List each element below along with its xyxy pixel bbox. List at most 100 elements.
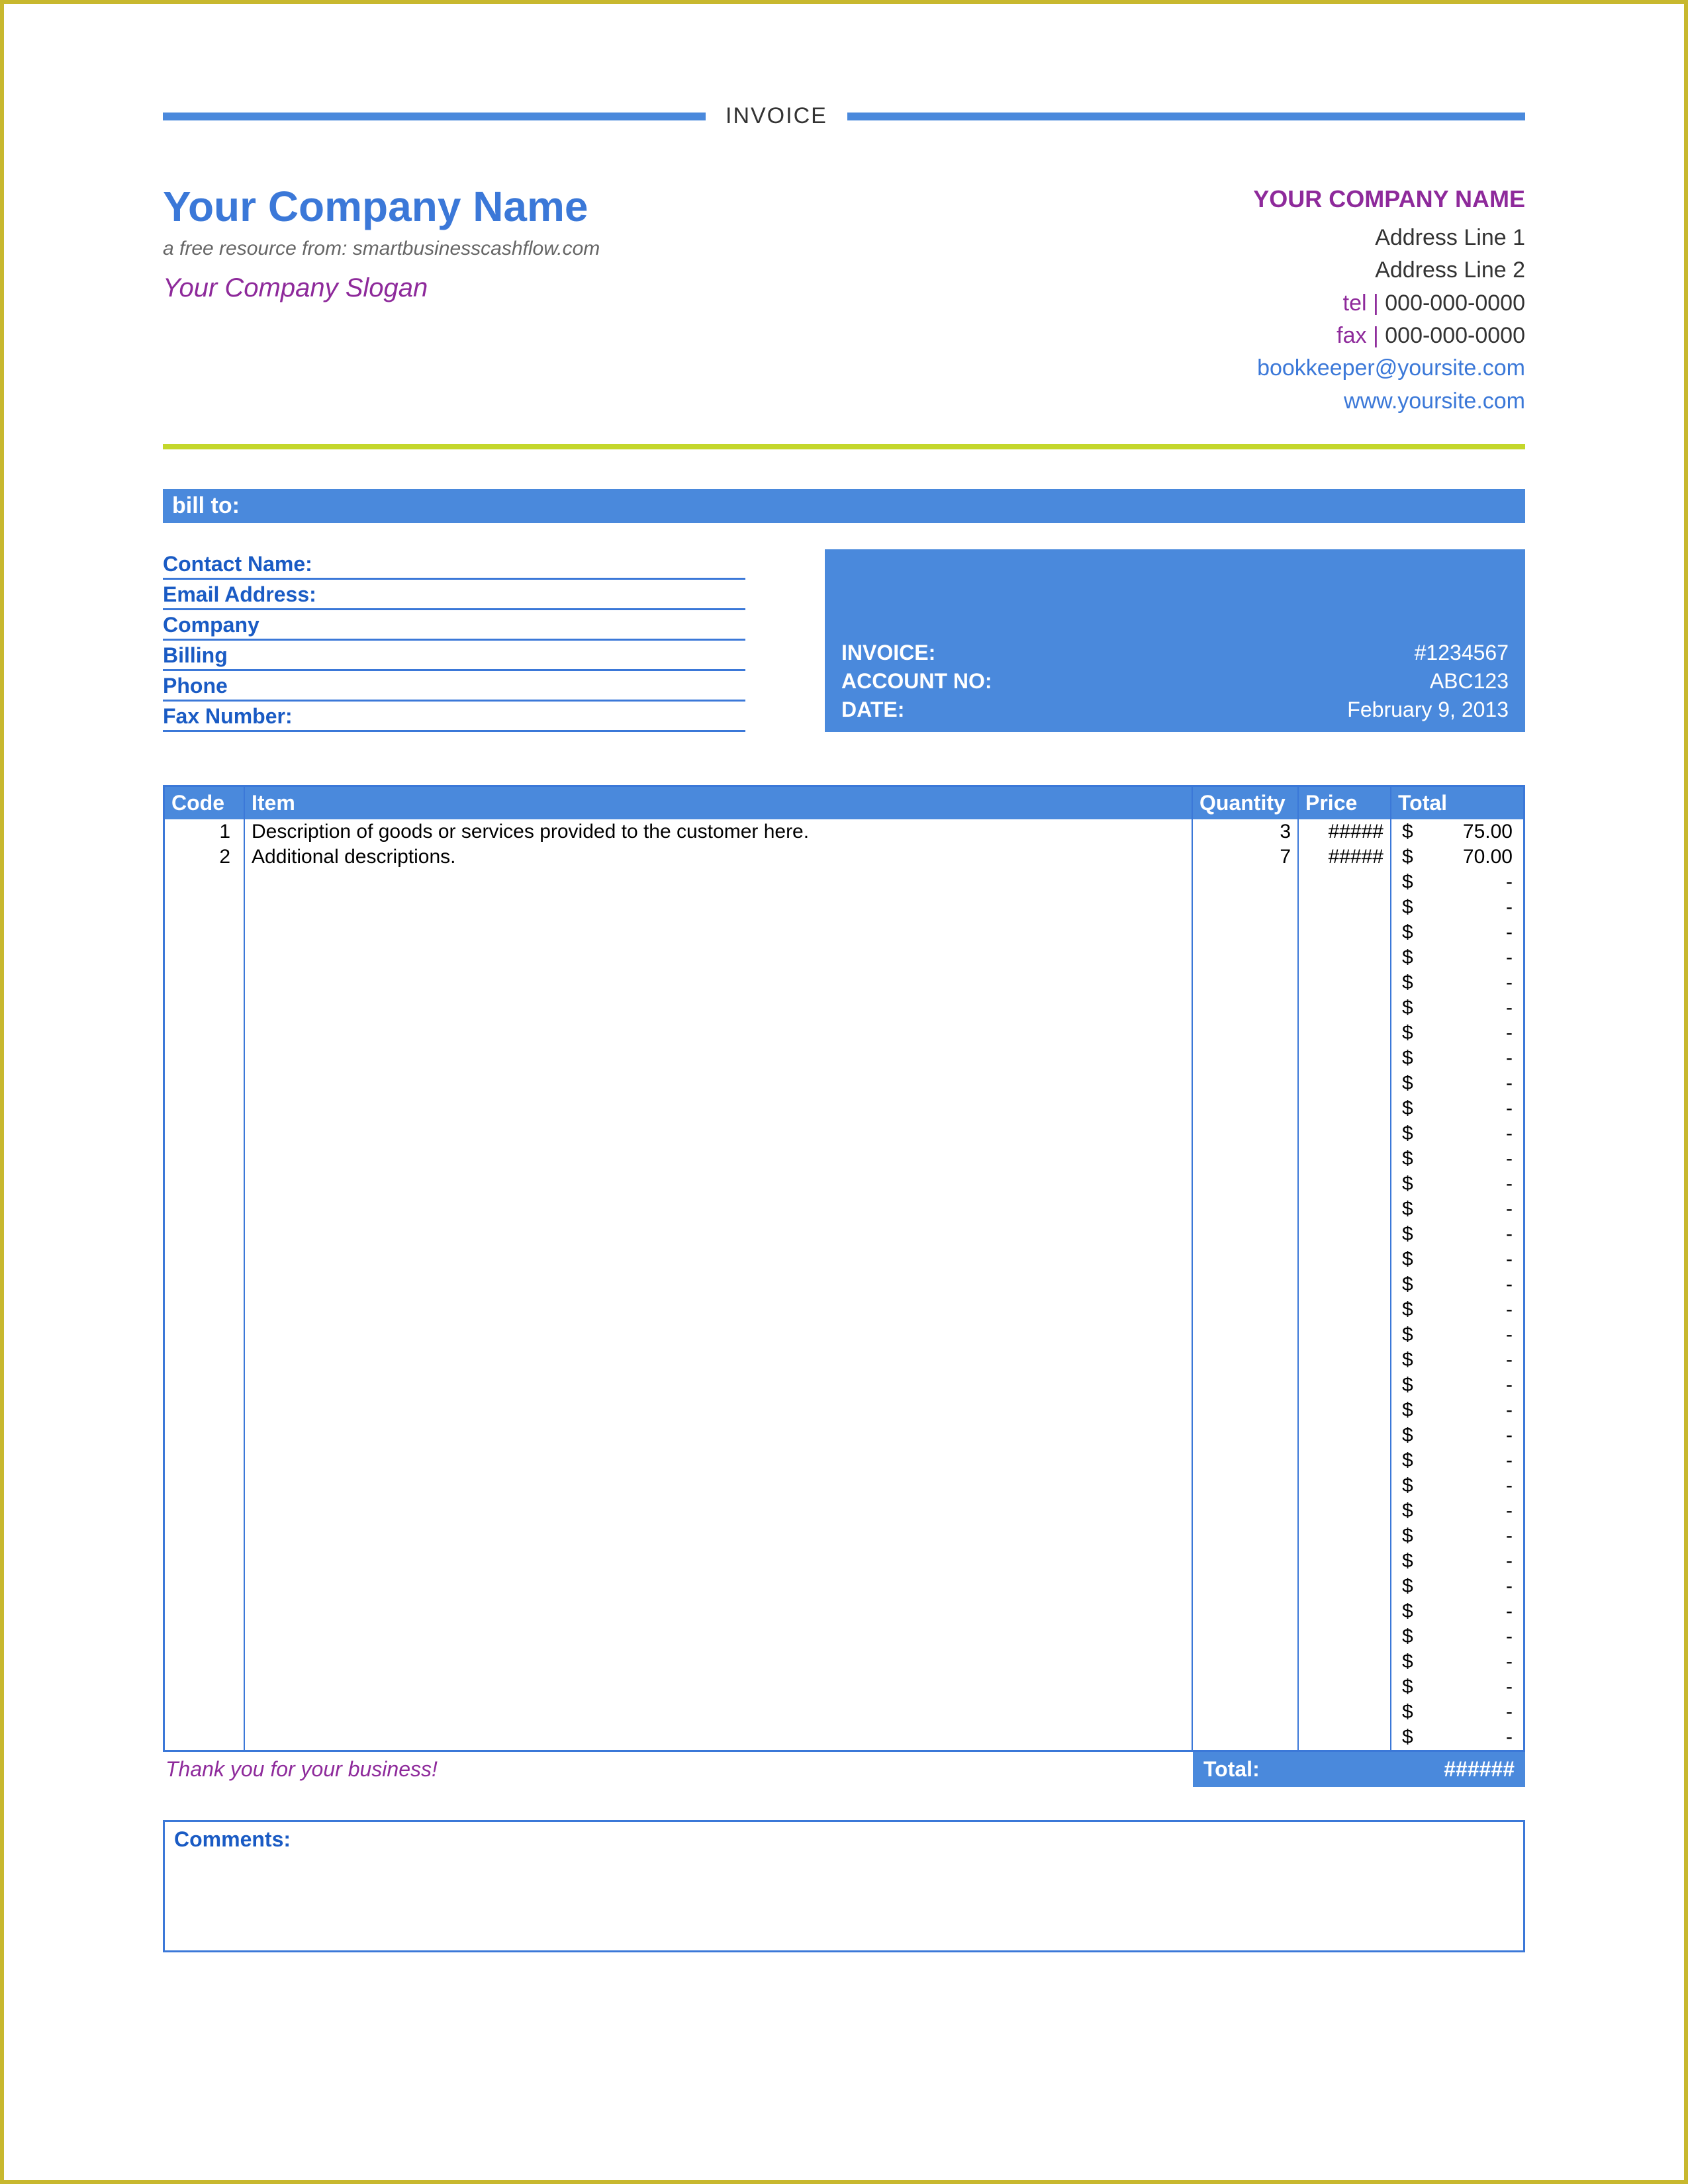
company-name: Your Company Name [163, 182, 600, 231]
title-bar-left [163, 113, 706, 120]
currency-symbol: $ [1402, 1072, 1413, 1095]
cell-quantity [1192, 1549, 1298, 1574]
fax-value: 000-000-0000 [1379, 323, 1525, 348]
table-row: $- [165, 1423, 1523, 1448]
currency-symbol: $ [1402, 921, 1413, 944]
cell-quantity [1192, 1574, 1298, 1599]
email-link[interactable]: bookkeeper@yoursite.com [1253, 352, 1525, 385]
cell-price [1298, 1624, 1391, 1649]
cell-item [244, 1599, 1192, 1624]
amount-value: - [1506, 1399, 1513, 1422]
currency-symbol: $ [1402, 1022, 1413, 1044]
company-slogan: Your Company Slogan [163, 273, 600, 303]
cell-code [165, 1373, 244, 1398]
amount-value: 70.00 [1463, 846, 1513, 868]
cell-price [1298, 870, 1391, 895]
cell-total: $- [1391, 920, 1523, 945]
website-link[interactable]: www.yoursite.com [1253, 385, 1525, 418]
cell-quantity [1192, 945, 1298, 970]
currency-symbol: $ [1402, 1651, 1413, 1673]
cell-quantity: 7 [1192, 844, 1298, 870]
invoice-label: INVOICE: [841, 641, 935, 665]
contact-field-row[interactable]: Billing [163, 641, 745, 671]
cell-code [165, 1322, 244, 1347]
date-label: DATE: [841, 698, 904, 722]
contact-field-row[interactable]: Company [163, 610, 745, 641]
cell-total: $- [1391, 1524, 1523, 1549]
amount-value: 75.00 [1463, 821, 1513, 843]
billto-bar: bill to: [163, 489, 1525, 523]
col-quantity: Quantity [1192, 787, 1298, 819]
table-row: $- [165, 1373, 1523, 1398]
cell-price [1298, 1574, 1391, 1599]
cell-item [244, 1322, 1192, 1347]
cell-total: $- [1391, 1599, 1523, 1624]
currency-symbol: $ [1402, 1349, 1413, 1371]
cell-total: $- [1391, 1549, 1523, 1574]
contact-field-row[interactable]: Fax Number: [163, 702, 745, 732]
table-row: $- [165, 1725, 1523, 1750]
cell-total: $- [1391, 1121, 1523, 1146]
currency-symbol: $ [1402, 1726, 1413, 1749]
cell-quantity [1192, 1624, 1298, 1649]
amount-value: - [1506, 972, 1513, 994]
cell-total: $- [1391, 1071, 1523, 1096]
items-table: Code Item Quantity Price Total 1Descript… [165, 787, 1523, 1750]
cell-item [244, 1373, 1192, 1398]
cell-code [165, 895, 244, 920]
table-row: $- [165, 995, 1523, 1021]
cell-quantity [1192, 1222, 1298, 1247]
table-row: $- [165, 1021, 1523, 1046]
table-row: $- [165, 1398, 1523, 1423]
cell-code [165, 970, 244, 995]
amount-value: - [1506, 1273, 1513, 1296]
cell-code [165, 1700, 244, 1725]
table-row: $- [165, 970, 1523, 995]
col-price: Price [1298, 787, 1391, 819]
amount-value: - [1506, 1651, 1513, 1673]
table-row: $- [165, 1297, 1523, 1322]
cell-code [165, 1222, 244, 1247]
amount-value: - [1506, 1097, 1513, 1120]
cell-code [165, 1121, 244, 1146]
cell-total: $- [1391, 1222, 1523, 1247]
cell-total: $- [1391, 1297, 1523, 1322]
contact-field-label: Billing [163, 643, 228, 667]
currency-symbol: $ [1402, 1575, 1413, 1598]
table-row: $- [165, 895, 1523, 920]
contact-field-row[interactable]: Email Address: [163, 580, 745, 610]
cell-code [165, 1046, 244, 1071]
cell-item [244, 1071, 1192, 1096]
cell-item: Description of goods or services provide… [244, 819, 1192, 844]
currency-symbol: $ [1402, 846, 1413, 868]
items-table-wrap: Code Item Quantity Price Total 1Descript… [163, 785, 1525, 1752]
cell-total: $- [1391, 1171, 1523, 1197]
currency-symbol: $ [1402, 946, 1413, 969]
cell-quantity [1192, 1423, 1298, 1448]
cell-item [244, 1247, 1192, 1272]
cell-total: $- [1391, 1649, 1523, 1674]
cell-code [165, 1171, 244, 1197]
cell-item [244, 1524, 1192, 1549]
cell-quantity [1192, 1398, 1298, 1423]
resource-line: a free resource from: smartbusinesscashf… [163, 238, 600, 260]
cell-total: $- [1391, 995, 1523, 1021]
table-row: $- [165, 1171, 1523, 1197]
cell-code [165, 1347, 244, 1373]
fax-label: fax | [1336, 323, 1379, 348]
table-row: $- [165, 1071, 1523, 1096]
cell-quantity [1192, 1046, 1298, 1071]
cell-total: $- [1391, 1725, 1523, 1750]
cell-price [1298, 1322, 1391, 1347]
cell-total: $- [1391, 1146, 1523, 1171]
contact-field-row[interactable]: Phone [163, 671, 745, 702]
contact-field-row[interactable]: Contact Name: [163, 549, 745, 580]
cell-quantity [1192, 1247, 1298, 1272]
cell-quantity [1192, 1272, 1298, 1297]
comments-box[interactable]: Comments: [163, 1820, 1525, 1952]
total-bar: Total: ###### [1193, 1752, 1525, 1787]
cell-item [244, 945, 1192, 970]
cell-quantity [1192, 1297, 1298, 1322]
cell-price [1298, 1725, 1391, 1750]
cell-total: $- [1391, 1272, 1523, 1297]
